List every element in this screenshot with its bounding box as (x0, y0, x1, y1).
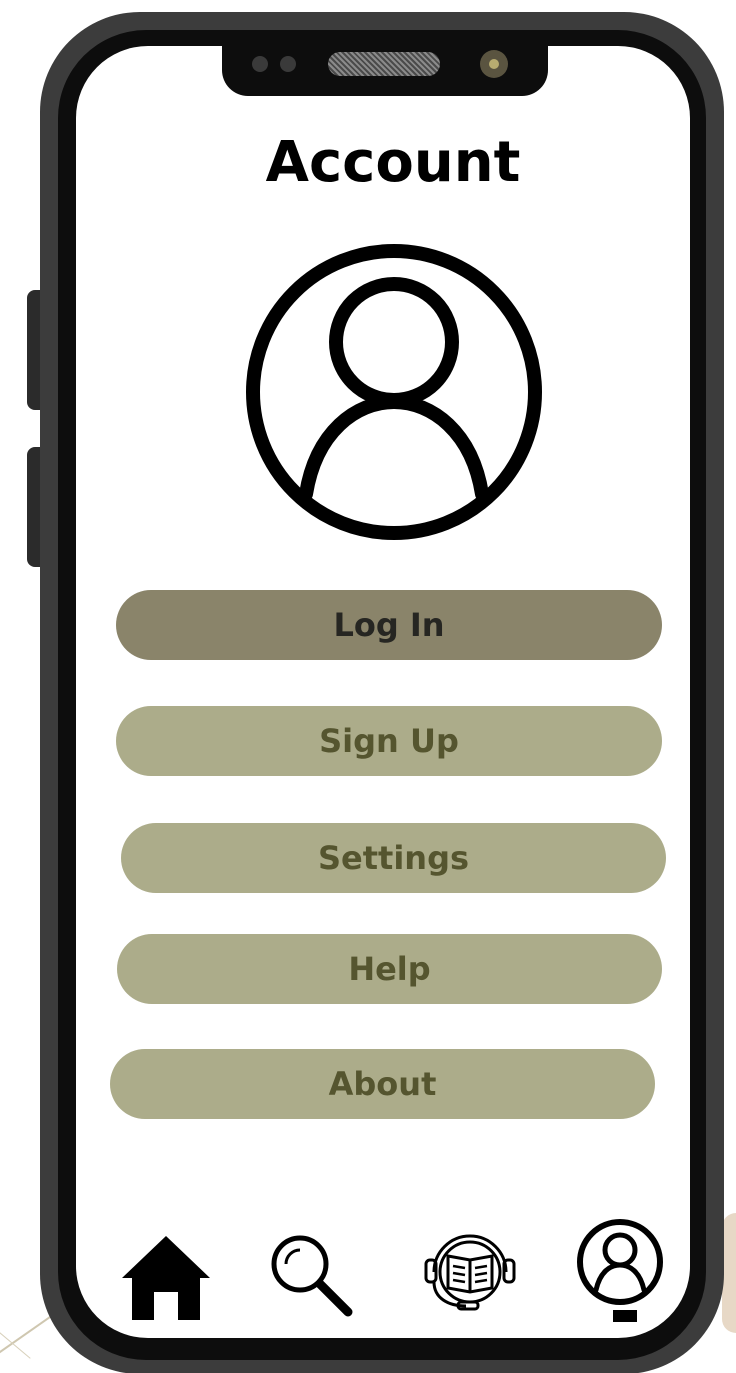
phone-notch (222, 38, 548, 96)
audiobook-icon[interactable] (420, 1230, 520, 1314)
camera-icon (480, 50, 508, 78)
background-decoration (0, 1332, 31, 1359)
app-stage: Account Log In Sign Up Settings Help Abo… (0, 0, 736, 1373)
background-decoration (722, 1213, 736, 1333)
login-button[interactable]: Log In (116, 590, 662, 660)
sensor-dot (280, 56, 296, 72)
phone-screen (76, 46, 690, 1338)
about-button[interactable]: About (110, 1049, 655, 1119)
signup-button[interactable]: Sign Up (116, 706, 662, 776)
active-tab-indicator (613, 1310, 637, 1322)
settings-button[interactable]: Settings (121, 823, 666, 893)
account-icon[interactable] (576, 1218, 664, 1306)
home-icon[interactable] (120, 1234, 212, 1322)
sensor-dot (252, 56, 268, 72)
search-icon[interactable] (268, 1232, 356, 1318)
help-button[interactable]: Help (117, 934, 662, 1004)
page-title: Account (265, 130, 521, 195)
profile-avatar-icon (246, 244, 542, 540)
speaker-grille (328, 52, 440, 76)
